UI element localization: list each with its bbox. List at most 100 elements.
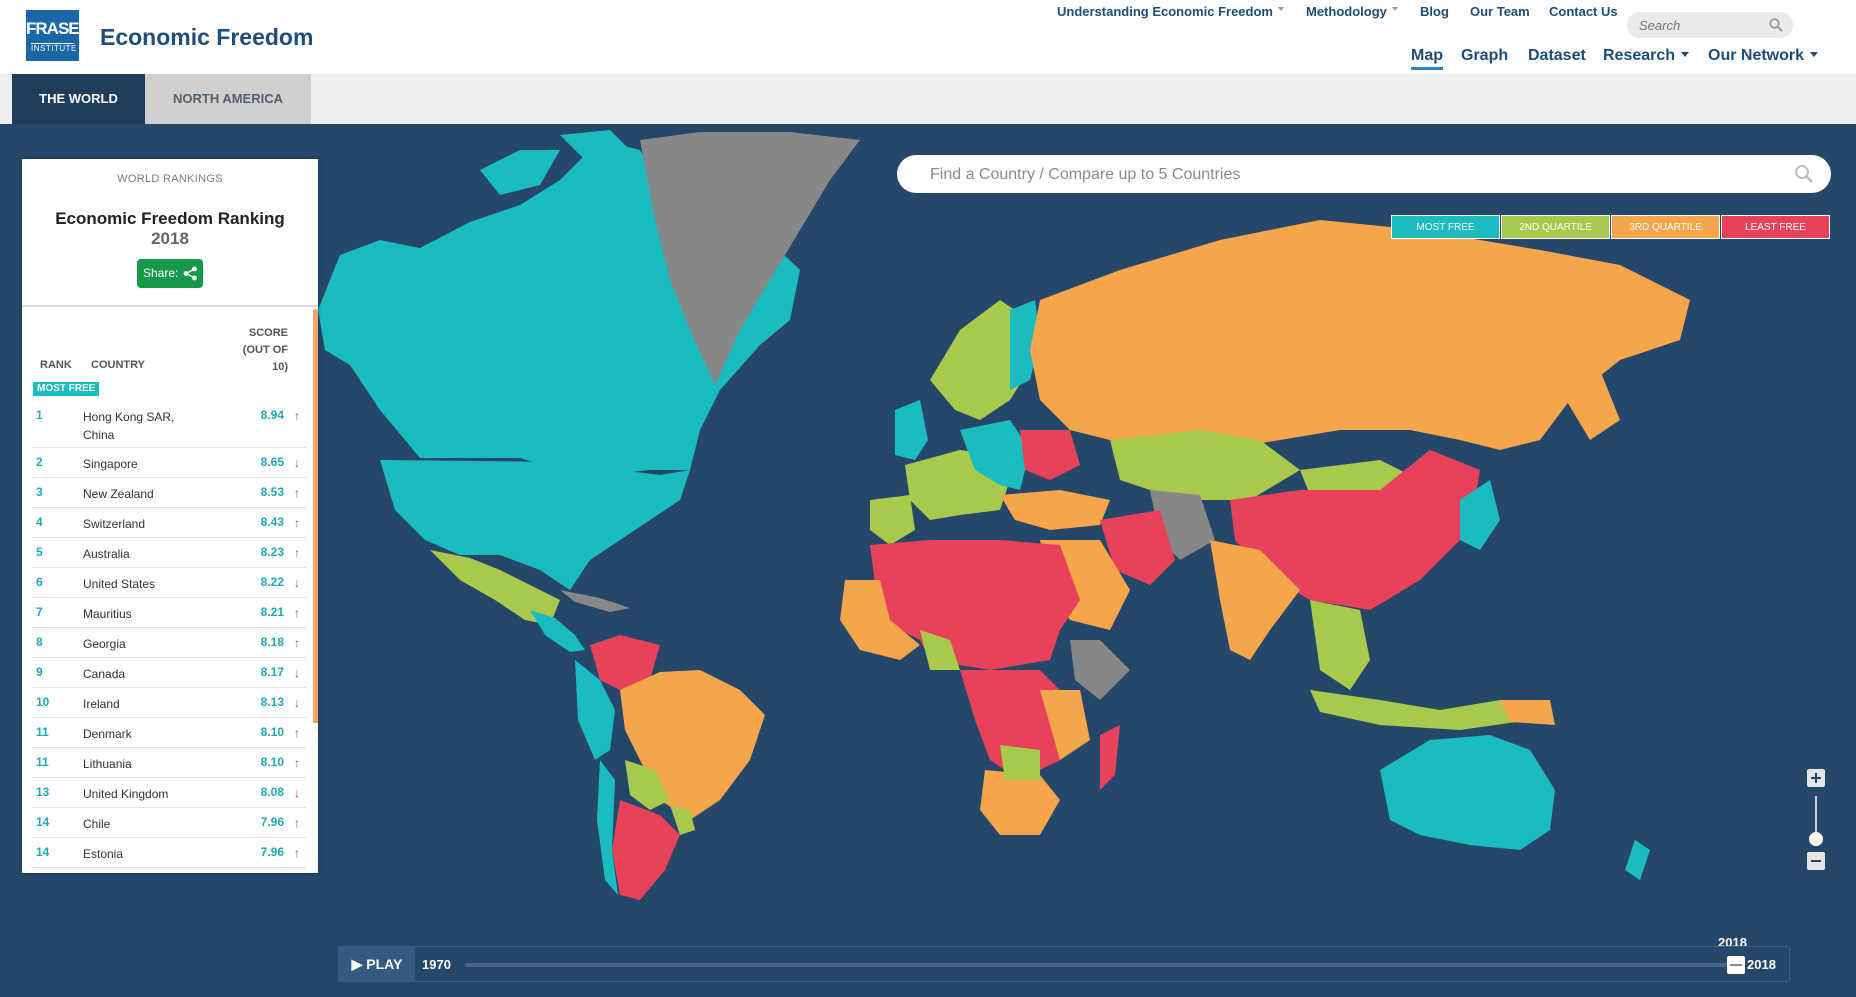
column-header-score[interactable]: SCORE (OUT OF 10) xyxy=(222,325,288,376)
ranking-rank: 9 xyxy=(36,665,43,679)
ranking-rank: 4 xyxy=(36,515,43,529)
region-indonesia[interactable] xyxy=(1310,690,1530,730)
ranking-score: 8.43 xyxy=(260,515,284,529)
ranking-row[interactable]: 9 Canada 8.17 ↓ xyxy=(32,658,306,688)
ranking-row[interactable]: 5 Australia 8.23 ↑ xyxy=(32,538,306,568)
legend-most-free[interactable]: MOST FREE xyxy=(1391,215,1500,239)
region-united-states[interactable] xyxy=(380,460,690,590)
column-header-country[interactable]: COUNTRY xyxy=(91,359,145,371)
region-eastern-europe[interactable] xyxy=(1020,430,1080,480)
ranking-country: Georgia xyxy=(83,637,126,651)
ranking-score: 8.13 xyxy=(260,695,284,709)
ranking-country: United Kingdom xyxy=(83,787,169,801)
ranking-row[interactable]: 10 Ireland 8.13 ↓ xyxy=(32,688,306,718)
nav-blog[interactable]: Blog xyxy=(1420,4,1449,19)
region-balkans-turkey[interactable] xyxy=(1000,490,1110,530)
nav-contact-us[interactable]: Contact Us xyxy=(1549,4,1618,19)
region-argentina[interactable] xyxy=(612,800,680,900)
zoom-slider-handle[interactable] xyxy=(1809,832,1823,846)
country-search-input[interactable]: Find a Country / Compare up to 5 Countri… xyxy=(897,155,1831,193)
nav-our-network[interactable]: Our Network xyxy=(1708,47,1819,65)
legend-3rd-quartile[interactable]: 3RD QUARTILE xyxy=(1611,215,1720,239)
ranking-score: 8.17 xyxy=(260,665,284,679)
region-chile[interactable] xyxy=(597,760,618,895)
ranking-row[interactable]: 6 United States 8.22 ↓ xyxy=(32,568,306,598)
search-icon[interactable] xyxy=(1769,18,1783,32)
country-search-placeholder: Find a Country / Compare up to 5 Countri… xyxy=(930,166,1241,183)
ranking-rank: 13 xyxy=(36,785,50,799)
zoom-out-button[interactable] xyxy=(1807,852,1825,870)
arrow-up-icon: ↑ xyxy=(294,546,300,560)
region-southeast-asia[interactable] xyxy=(1310,600,1370,690)
site-search-input[interactable]: Search xyxy=(1627,12,1793,38)
ranking-rank: 5 xyxy=(36,545,43,559)
site-title[interactable]: Economic Freedom xyxy=(100,24,313,51)
timeline-track[interactable] xyxy=(465,963,1735,967)
column-header-rank[interactable]: RANK xyxy=(40,359,72,371)
tab-north-america[interactable]: NORTH AMERICA xyxy=(145,74,311,124)
rankings-list: 1 Hong Kong SAR, China 8.94 ↑ 2 Singapore 8.65… xyxy=(32,401,306,868)
nav-map[interactable]: Map xyxy=(1411,47,1443,70)
zoom-slider-track[interactable] xyxy=(1815,796,1817,837)
region-uk-ireland[interactable] xyxy=(895,400,928,460)
fraser-institute-logo[interactable]: FRASER INSTITUTE xyxy=(26,10,91,61)
share-label: Share: xyxy=(143,266,179,280)
ranking-score: 8.23 xyxy=(260,545,284,559)
ranking-score: 8.53 xyxy=(260,485,284,499)
ranking-score: 7.96 xyxy=(260,815,284,829)
arrow-down-icon: ↓ xyxy=(294,666,300,680)
chevron-down-icon xyxy=(1681,51,1690,57)
region-central-america[interactable] xyxy=(530,610,585,652)
chevron-down-icon xyxy=(1810,51,1819,57)
ranking-row[interactable]: 11 Lithuania 8.10 ↑ xyxy=(32,748,306,778)
ranking-row[interactable]: 11 Denmark 8.10 ↑ xyxy=(32,718,306,748)
region-iberia[interactable] xyxy=(870,495,915,545)
ranking-score: 8.18 xyxy=(260,635,284,649)
arrow-up-icon: ↑ xyxy=(294,486,300,500)
ranking-rank: 14 xyxy=(36,845,50,859)
ranking-row[interactable]: 8 Georgia 8.18 ↑ xyxy=(32,628,306,658)
ranking-score: 8.21 xyxy=(260,605,284,619)
ranking-row[interactable]: 2 Singapore 8.65 ↓ xyxy=(32,448,306,478)
ranking-rank: 2 xyxy=(36,455,43,469)
search-placeholder: Search xyxy=(1639,18,1681,33)
nav-methodology[interactable]: Methodology xyxy=(1306,4,1398,19)
region-madagascar[interactable] xyxy=(1100,725,1120,790)
legend-2nd-quartile[interactable]: 2ND QUARTILE xyxy=(1501,215,1610,239)
timeline-end-year: 2018 xyxy=(1747,957,1776,972)
search-icon[interactable] xyxy=(1794,164,1814,184)
arrow-down-icon: ↓ xyxy=(294,576,300,590)
region-australia[interactable] xyxy=(1380,735,1555,850)
play-button[interactable]: ▶ PLAY xyxy=(339,947,415,981)
legend-least-free[interactable]: LEAST FREE xyxy=(1721,215,1830,239)
rankings-scrollbar[interactable] xyxy=(313,309,318,723)
tab-the-world[interactable]: THE WORLD xyxy=(12,74,145,124)
ranking-country: Ireland xyxy=(83,697,120,711)
rankings-year: 2018 xyxy=(151,229,189,248)
region-botswana-zambia[interactable] xyxy=(1000,745,1040,780)
timeline-handle[interactable] xyxy=(1727,956,1745,974)
ranking-row[interactable]: 1 Hong Kong SAR, China 8.94 ↑ xyxy=(32,401,306,448)
nav-dataset[interactable]: Dataset xyxy=(1528,47,1586,65)
nav-our-team[interactable]: Our Team xyxy=(1470,4,1530,19)
ranking-row[interactable]: 13 United Kingdom 8.08 ↓ xyxy=(32,778,306,808)
site-header: FRASER INSTITUTE Economic Freedom Unders… xyxy=(0,0,1856,74)
region-caribbean[interactable] xyxy=(560,590,630,612)
ranking-row[interactable]: 7 Mauritius 8.21 ↑ xyxy=(32,598,306,628)
region-new-zealand[interactable] xyxy=(1625,840,1650,880)
nav-graph[interactable]: Graph xyxy=(1461,47,1508,65)
rankings-title: Economic Freedom Ranking 2018 xyxy=(52,209,288,249)
ranking-row[interactable]: 3 New Zealand 8.53 ↑ xyxy=(32,478,306,508)
nav-understanding-economic-freedom[interactable]: Understanding Economic Freedom xyxy=(1057,4,1284,19)
arrow-up-icon: ↑ xyxy=(294,606,300,620)
ranking-country: Lithuania xyxy=(83,757,132,771)
ranking-score: 8.10 xyxy=(260,725,284,739)
ranking-rank: 3 xyxy=(36,485,43,499)
share-button[interactable]: Share: xyxy=(137,259,203,288)
zoom-in-button[interactable] xyxy=(1807,769,1825,787)
nav-research[interactable]: Research xyxy=(1603,47,1690,65)
ranking-row[interactable]: 14 Chile 7.96 ↑ xyxy=(32,808,306,838)
ranking-rank: 6 xyxy=(36,575,43,589)
ranking-row[interactable]: 4 Switzerland 8.43 ↑ xyxy=(32,508,306,538)
ranking-row[interactable]: 14 Estonia 7.96 ↑ xyxy=(32,838,306,868)
